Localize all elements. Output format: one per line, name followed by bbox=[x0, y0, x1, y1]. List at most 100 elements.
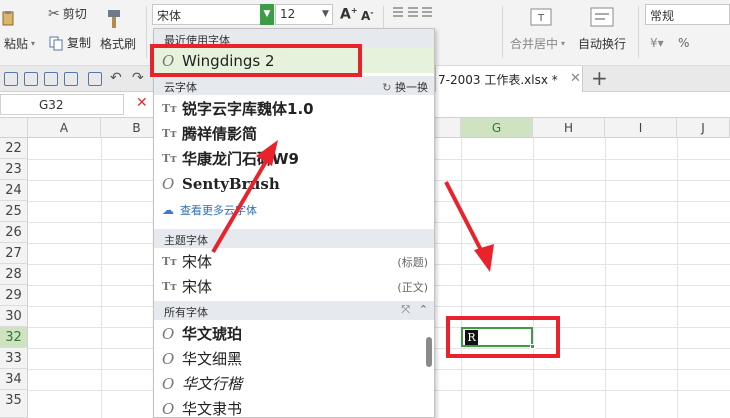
wrap-text-button[interactable]: 自动换行 bbox=[578, 35, 626, 52]
font-item[interactable]: O 华文细黑 bbox=[154, 346, 434, 371]
font-item[interactable]: O 华文琥珀 bbox=[154, 321, 434, 346]
wrap-text-icon[interactable] bbox=[590, 6, 614, 28]
row-header[interactable]: 35 bbox=[0, 390, 28, 418]
row-header[interactable]: 34 bbox=[0, 369, 28, 390]
save-icon[interactable] bbox=[24, 72, 38, 86]
theme-fonts-header: 主题字体 bbox=[154, 229, 434, 248]
column-header[interactable]: G bbox=[461, 118, 533, 138]
percent-button[interactable]: % bbox=[678, 36, 689, 50]
export-icon[interactable] bbox=[88, 72, 102, 86]
truetype-icon: Tт bbox=[162, 127, 178, 140]
row-header[interactable]: 24 bbox=[0, 180, 28, 201]
currency-icon: ¥▾ bbox=[650, 36, 664, 50]
row-header[interactable]: 23 bbox=[0, 159, 28, 180]
divider bbox=[638, 6, 639, 58]
svg-text:T: T bbox=[537, 13, 545, 24]
format-painter-label: 格式刷 bbox=[100, 37, 137, 51]
undo-icon[interactable]: ↶ bbox=[110, 70, 122, 86]
row-header[interactable]: 28 bbox=[0, 264, 28, 285]
brush-icon bbox=[108, 10, 120, 28]
font-item[interactable]: Tт 宋体 (正文) bbox=[154, 274, 434, 299]
grid-line bbox=[605, 138, 606, 418]
opentype-icon: O bbox=[162, 349, 175, 368]
more-cloud-fonts-link[interactable]: ☁ 查看更多云字体 bbox=[154, 197, 434, 222]
highlight-box-font bbox=[150, 44, 362, 77]
truetype-icon: Tт bbox=[162, 255, 178, 268]
new-file-icon[interactable] bbox=[4, 72, 18, 86]
font-item[interactable]: Tт 锐字云字库魏体1.0 bbox=[154, 96, 434, 121]
increase-font-button[interactable]: A+ bbox=[340, 6, 358, 23]
font-size-chevron-icon[interactable]: ▼ bbox=[322, 9, 329, 19]
row-header-selected[interactable]: 32 bbox=[0, 327, 28, 348]
refresh-icon: ↻ bbox=[382, 81, 392, 94]
dropdown-scrollbar[interactable] bbox=[426, 337, 432, 367]
truetype-icon: Tт bbox=[162, 152, 178, 165]
collapse-icon[interactable]: ⌃ bbox=[419, 303, 428, 316]
font-name-input[interactable]: 宋体 bbox=[152, 4, 274, 25]
font-shrink-icon: A- bbox=[361, 8, 374, 23]
truetype-icon: Tт bbox=[162, 280, 178, 293]
select-all-corner[interactable] bbox=[0, 118, 28, 138]
switch-cloud-fonts-button[interactable]: ↻ 换一换 bbox=[382, 79, 428, 95]
font-dropdown-button[interactable]: ▼ bbox=[260, 4, 274, 25]
font-item[interactable]: Tт 华康龙门石碑W9 bbox=[154, 146, 434, 171]
highlight-box-cell bbox=[446, 316, 560, 358]
close-tab-icon[interactable]: ✕ bbox=[570, 71, 581, 86]
column-header[interactable]: H bbox=[533, 118, 605, 138]
format-painter-button[interactable] bbox=[103, 8, 125, 30]
row-header[interactable]: 30 bbox=[0, 306, 28, 327]
font-item[interactable]: Tт 宋体 (标题) bbox=[154, 249, 434, 274]
pin-icon[interactable]: ⤧ bbox=[401, 303, 410, 317]
font-dropdown-panel: 最近使用字体 O Wingdings 2 云字体 ↻ 换一换 Tт 锐字云字库魏体… bbox=[153, 28, 435, 418]
grid-line bbox=[533, 138, 534, 418]
column-header[interactable]: I bbox=[605, 118, 677, 138]
font-item[interactable]: O 华文行楷 bbox=[154, 371, 434, 396]
font-item[interactable]: O SentyBrush bbox=[154, 171, 434, 196]
print-icon[interactable] bbox=[44, 72, 58, 86]
font-item[interactable]: O 华文隶书 bbox=[154, 396, 434, 418]
align-icons[interactable] bbox=[392, 6, 432, 20]
scissors-icon: ✂ bbox=[48, 5, 60, 22]
document-tab[interactable]: 7-2003 工作表.xlsx * bbox=[435, 66, 583, 92]
cloud-icon: ☁ bbox=[162, 202, 174, 217]
opentype-icon: O bbox=[162, 324, 175, 343]
font-grow-icon: A+ bbox=[340, 6, 358, 23]
grid-line bbox=[101, 138, 102, 418]
merge-center-icon[interactable]: T bbox=[530, 6, 552, 28]
font-item[interactable]: Tт 腾祥倩影简 bbox=[154, 121, 434, 146]
row-header[interactable]: 33 bbox=[0, 348, 28, 369]
grid-line bbox=[677, 138, 678, 418]
number-format-select[interactable]: 常规 bbox=[645, 4, 730, 25]
decrease-font-button[interactable]: A- bbox=[361, 8, 374, 23]
opentype-icon: O bbox=[162, 374, 175, 393]
divider bbox=[146, 6, 147, 58]
column-header[interactable]: J bbox=[677, 118, 730, 138]
copy-button[interactable]: 复制 bbox=[48, 34, 91, 51]
row-header[interactable]: 26 bbox=[0, 222, 28, 243]
column-header[interactable]: A bbox=[28, 118, 101, 138]
paste-icon bbox=[2, 11, 14, 26]
currency-button[interactable]: ¥▾ bbox=[650, 36, 664, 50]
paste-button[interactable] bbox=[0, 10, 16, 26]
copy-icon bbox=[49, 36, 63, 50]
row-header[interactable]: 25 bbox=[0, 201, 28, 222]
truetype-icon: Tт bbox=[162, 102, 178, 115]
print-preview-icon[interactable] bbox=[64, 72, 78, 86]
paste-label[interactable]: 粘贴 ▾ bbox=[4, 35, 35, 52]
row-header[interactable]: 27 bbox=[0, 243, 28, 264]
redo-icon[interactable]: ↷ bbox=[132, 70, 144, 86]
add-tab-icon[interactable]: + bbox=[591, 66, 608, 90]
row-header[interactable]: 29 bbox=[0, 285, 28, 306]
cut-button[interactable]: ✂ 剪切 bbox=[48, 5, 87, 22]
chevron-down-icon: ▼ bbox=[263, 9, 271, 19]
grid-line bbox=[461, 138, 462, 418]
opentype-icon: O bbox=[162, 399, 175, 418]
row-header[interactable]: 22 bbox=[0, 138, 28, 159]
name-box[interactable]: G32 bbox=[0, 94, 124, 115]
merge-center-button[interactable]: 合并居中 ▾ bbox=[510, 35, 565, 52]
cancel-icon[interactable]: ✕ bbox=[136, 95, 148, 111]
opentype-icon: O bbox=[162, 174, 175, 193]
cloud-fonts-header: 云字体 ↻ 换一换 bbox=[154, 76, 434, 95]
divider bbox=[502, 6, 503, 58]
all-fonts-header: 所有字体 ⤧ ⌃ bbox=[154, 301, 434, 320]
